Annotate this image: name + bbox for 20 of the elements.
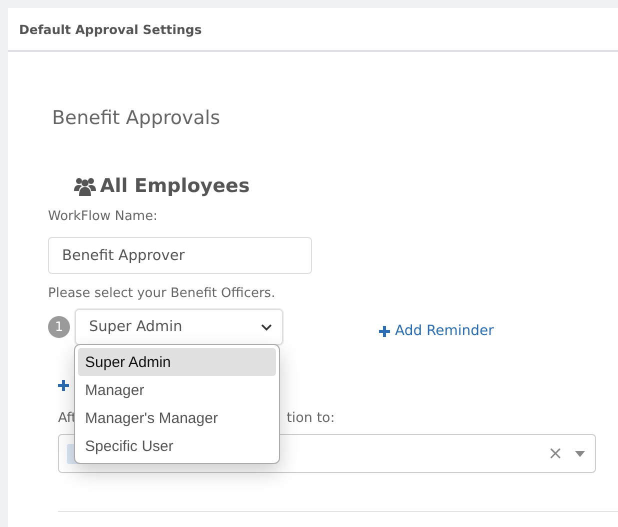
users-icon [74,176,96,196]
section-title: Benefit Approvals [52,107,222,129]
workflow-name-field[interactable]: Benefit Approver [48,237,312,274]
field-label: Please select your Benefit Officers. [48,286,276,301]
plus-icon[interactable] [58,380,69,391]
caret-icon [575,450,585,456]
dropdown-option[interactable]: Super Admin [78,348,276,376]
step-number: 1 [48,316,70,338]
dropdown-option[interactable]: Manager's Manager [78,404,276,432]
officer-select[interactable]: Super Admin [75,309,283,345]
add-reminder-link[interactable]: Add Reminder [379,323,494,339]
group-heading: All Employees [100,175,250,197]
field-label: WorkFlow Name: [48,209,158,224]
field-label: tion to: [286,410,335,426]
dropdown-option[interactable]: Manager [78,376,276,404]
plus-icon [379,326,390,336]
panel-title: Default Approval Settings [19,22,202,36]
chevron-down-icon [261,324,272,330]
dropdown-option[interactable]: Specific User [78,432,276,460]
clear-button[interactable]: × [548,443,563,464]
